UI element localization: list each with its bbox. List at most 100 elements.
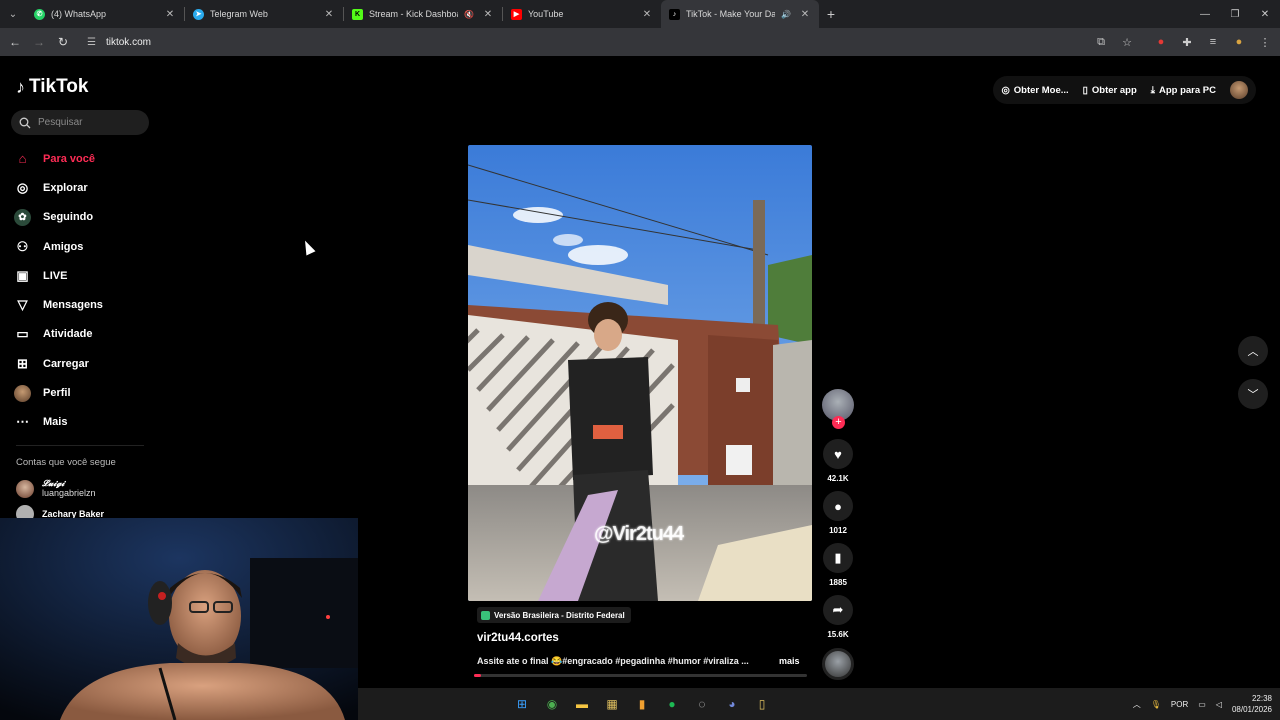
clock-time: 22:38 <box>1251 694 1272 703</box>
save-action[interactable]: ▮ 1885 <box>822 543 854 587</box>
extension-icon[interactable]: ● <box>1150 31 1172 53</box>
account-username: luangabrielzn <box>42 488 96 498</box>
speaker-icon[interactable]: 🔊 <box>781 10 791 19</box>
tab-kick[interactable]: K Stream - Kick Dashboard 🔇 ✕ <box>344 0 502 28</box>
kick-icon: K <box>352 8 363 20</box>
windows-start-icon[interactable]: ⊞ <box>512 694 532 714</box>
tab-tiktok[interactable]: ♪ TikTok - Make Your Day 🔊 ✕ <box>661 0 819 28</box>
close-window-icon[interactable]: ✕ <box>1250 0 1280 28</box>
get-app-button[interactable]: ▯ Obter app <box>1083 85 1137 96</box>
bookmark-star-icon[interactable]: ☆ <box>1116 31 1138 53</box>
close-icon[interactable]: ✕ <box>164 9 176 20</box>
sidebar-item-atividade[interactable]: ▭ Atividade <box>14 320 144 349</box>
forward-icon[interactable]: → <box>27 30 51 54</box>
avatar <box>16 480 34 498</box>
close-icon[interactable]: ✕ <box>799 9 811 20</box>
install-app-icon[interactable]: ⧉ <box>1090 31 1112 53</box>
caption-more-button[interactable]: mais <box>779 656 800 666</box>
video-watermark: @Vir2tu44 <box>594 523 684 545</box>
minimize-icon[interactable]: — <box>1190 0 1220 28</box>
comment-icon[interactable]: ● <box>823 491 853 521</box>
clock-date: 08/01/2026 <box>1231 705 1272 714</box>
site-info-icon[interactable]: ☰ <box>87 37 96 48</box>
tiktok-logo[interactable]: ♪ TikTok <box>16 76 88 98</box>
reload-icon[interactable]: ↻ <box>51 30 75 54</box>
previous-video-button[interactable]: ︿ <box>1238 336 1268 366</box>
sidebar-item-live[interactable]: ▣ LIVE <box>14 261 144 290</box>
stream-app-icon[interactable]: ▮ <box>632 694 652 714</box>
heart-icon[interactable]: ♥ <box>823 439 853 469</box>
back-icon[interactable]: ← <box>3 30 27 54</box>
language-indicator[interactable]: POR <box>1171 700 1188 709</box>
share-action[interactable]: ➦ 15.6K <box>822 595 854 639</box>
next-video-button[interactable]: ﹀ <box>1238 379 1268 409</box>
video-progress-bar[interactable] <box>474 674 807 677</box>
tray-expand-icon[interactable]: ︿ <box>1133 699 1141 710</box>
sidebar-item-mensagens[interactable]: ▽ Mensagens <box>14 290 144 319</box>
tab-search-icon[interactable]: ⌄ <box>0 0 26 28</box>
sound-avatar[interactable] <box>822 648 854 680</box>
tab-youtube[interactable]: ▶ YouTube ✕ <box>503 0 661 28</box>
sidebar-item-perfil[interactable]: Perfil <box>14 378 144 407</box>
address-bar[interactable]: ☰ tiktok.com <box>81 31 1081 53</box>
video-caption: Assite ate o final 😂#engracado #pegadinh… <box>477 656 749 666</box>
share-icon[interactable]: ➦ <box>823 595 853 625</box>
get-coins-button[interactable]: ◎ Obter Moe... <box>1001 85 1068 96</box>
mute-icon[interactable]: 🔇 <box>464 10 474 19</box>
pc-app-button[interactable]: ⤓ App para PC <box>1151 85 1216 96</box>
spotify-icon[interactable]: ● <box>662 694 682 714</box>
tiktok-icon: ♪ <box>669 8 680 20</box>
telegram-icon: ➤ <box>193 8 204 20</box>
extensions-puzzle-icon[interactable]: ✚ <box>1176 31 1198 53</box>
sidebar-item-label: Seguindo <box>43 211 94 224</box>
video-author[interactable]: vir2tu44.cortes <box>477 632 559 644</box>
whatsapp-icon: ✆ <box>34 8 45 20</box>
discord-icon[interactable]: ◕ <box>722 694 742 714</box>
sidebar-item-label: Perfil <box>43 387 71 400</box>
messages-icon: ▽ <box>17 297 28 313</box>
like-action[interactable]: ♥ 42.1K <box>822 439 854 483</box>
volume-icon[interactable]: ◁ <box>1216 700 1222 709</box>
location-tag[interactable]: Versão Brasileira - Distrito Federal <box>477 607 631 623</box>
sidebar-item-explorar[interactable]: ◎ Explorar <box>14 173 144 202</box>
close-icon[interactable]: ✕ <box>641 9 653 20</box>
maximize-icon[interactable]: ❐ <box>1220 0 1250 28</box>
bookmark-icon[interactable]: ▮ <box>823 543 853 573</box>
obs-icon[interactable]: ◌ <box>692 694 712 714</box>
sidebar-item-amigos[interactable]: ⚇ Amigos <box>14 232 144 261</box>
close-icon[interactable]: ✕ <box>482 9 494 20</box>
sidebar-item-seguindo[interactable]: ✿ Seguindo <box>14 203 144 232</box>
user-avatar[interactable] <box>1230 81 1248 99</box>
tab-title: Telegram Web <box>210 9 268 19</box>
app-icon[interactable]: ▯ <box>752 694 772 714</box>
microphone-icon[interactable]: 🎙 <box>1151 700 1161 709</box>
follow-plus-icon[interactable]: + <box>832 416 845 429</box>
mouse-cursor <box>300 238 316 256</box>
comment-action[interactable]: ● 1012 <box>822 491 854 535</box>
network-icon[interactable]: ▭ <box>1198 700 1206 709</box>
sidebar-item-para-voce[interactable]: ⌂ Para você <box>14 144 144 173</box>
archive-app-icon[interactable]: ▦ <box>602 694 622 714</box>
menu-kebab-icon[interactable]: ⋮ <box>1254 31 1276 53</box>
get-coins-label: Obter Moe... <box>1013 84 1069 96</box>
followed-account[interactable]: 𝓛𝓾𝓲𝓰𝓲 luangabrielzn <box>16 479 96 499</box>
file-explorer-icon[interactable]: ▬ <box>572 694 592 714</box>
sidebar-item-mais[interactable]: ⋯ Mais <box>14 408 144 437</box>
chrome-icon[interactable]: ◉ <box>542 694 562 714</box>
tab-telegram[interactable]: ➤ Telegram Web ✕ <box>185 0 343 28</box>
media-control-icon[interactable]: ≡ <box>1202 31 1224 53</box>
author-avatar[interactable]: + <box>822 389 854 429</box>
following-accounts-header: Contas que você segue <box>16 457 116 468</box>
close-icon[interactable]: ✕ <box>323 9 335 20</box>
save-count: 1885 <box>829 578 847 587</box>
sidebar-item-carregar[interactable]: ⊞ Carregar <box>14 349 144 378</box>
profile-avatar-icon[interactable]: ● <box>1228 31 1250 53</box>
search-input[interactable] <box>38 117 138 128</box>
tab-title: (4) WhatsApp <box>51 9 107 19</box>
tab-whatsapp[interactable]: ✆ (4) WhatsApp ✕ <box>26 0 184 28</box>
home-icon: ⌂ <box>18 151 27 167</box>
sidebar-item-label: Atividade <box>43 328 93 341</box>
new-tab-button[interactable]: + <box>819 6 843 22</box>
location-pin-icon <box>481 610 490 620</box>
clock[interactable]: 22:38 08/01/2026 <box>1232 693 1272 715</box>
